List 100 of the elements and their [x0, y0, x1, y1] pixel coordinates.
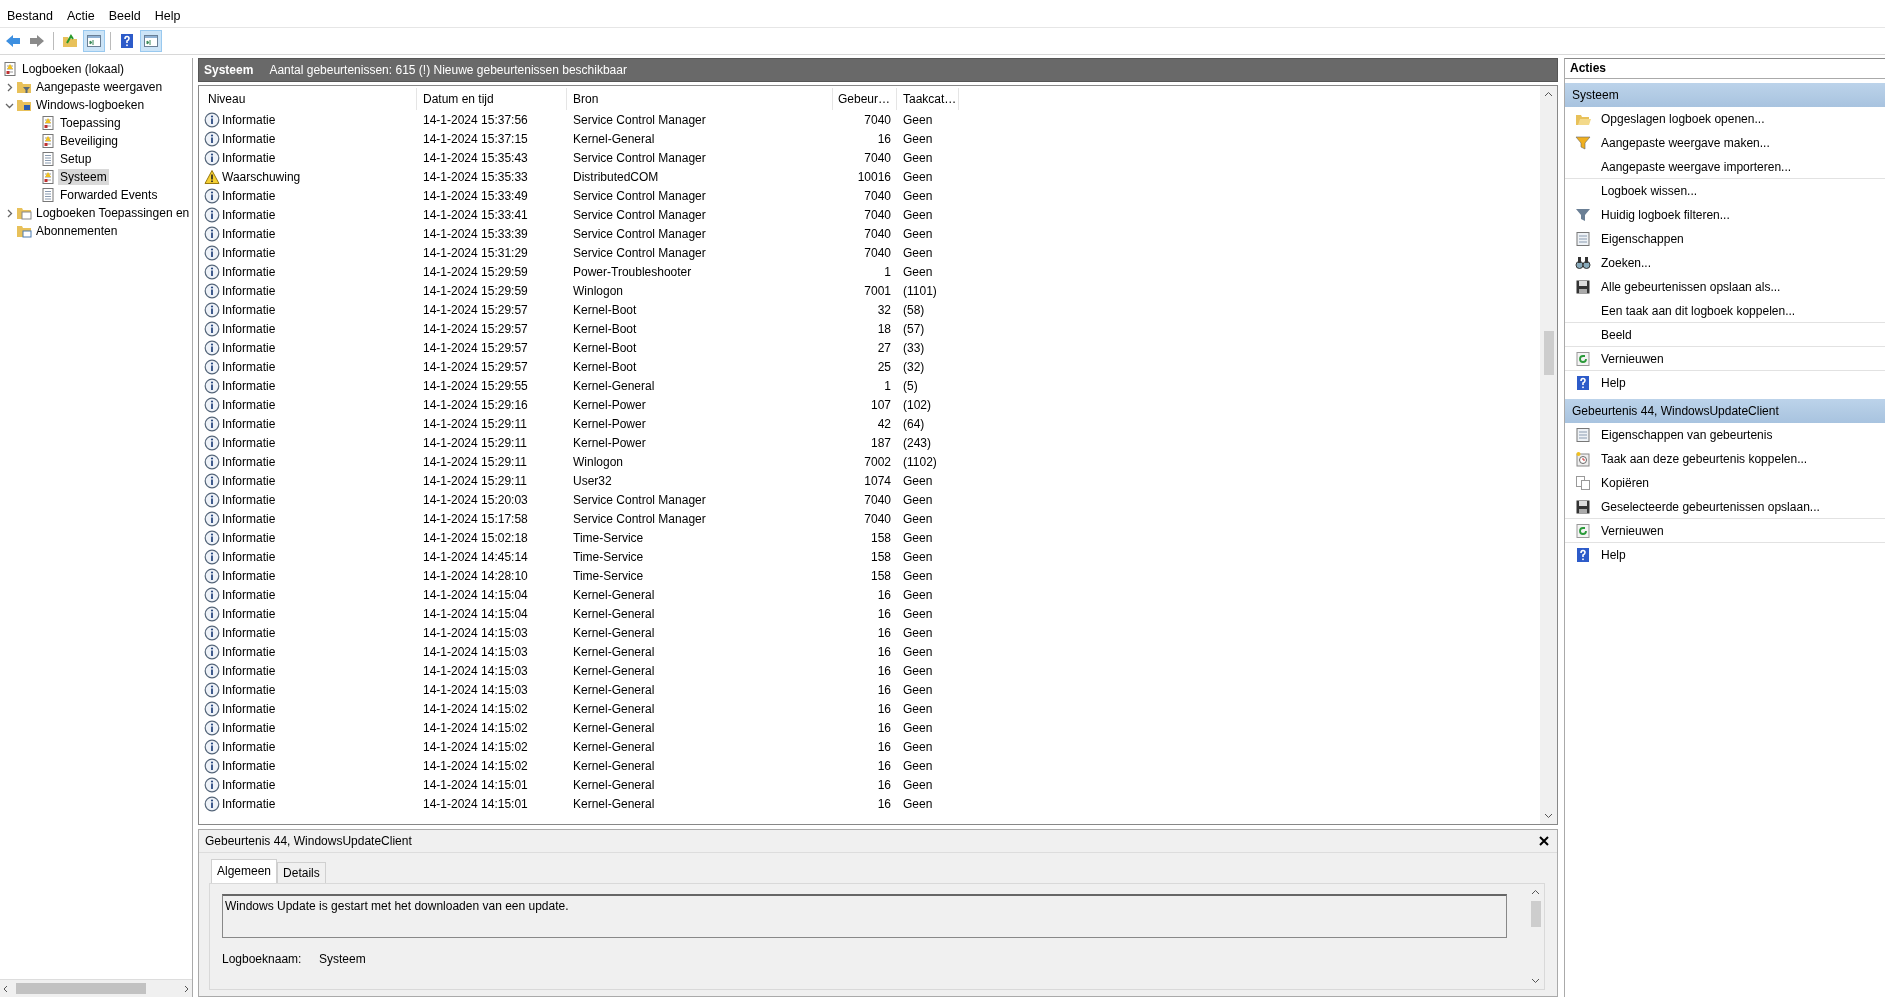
table-cell-text: Kernel-General: [572, 644, 656, 659]
action-link[interactable]: Een taak aan dit logboek koppelen...: [1601, 303, 1796, 318]
tree-item[interactable]: Setup: [58, 151, 94, 167]
section-header[interactable]: Gebeurtenis 44, WindowsUpdateClient: [1565, 399, 1885, 423]
table-cell-text: 16: [876, 758, 892, 773]
table-cell-text: 158: [869, 568, 892, 583]
level-text: Informatie: [222, 188, 276, 203]
table-cell-text: (1102): [902, 454, 938, 469]
info-icon: [204, 567, 220, 584]
action-link[interactable]: Help: [1601, 376, 1626, 390]
table-cell-text: 14-1-2024 15:35:43: [422, 150, 529, 165]
level-text: Informatie: [222, 226, 276, 241]
info-icon: [204, 643, 220, 660]
action-link[interactable]: Vernieuwen: [1601, 351, 1664, 366]
close-icon[interactable]: [1539, 836, 1549, 846]
level-text: Informatie: [222, 112, 276, 127]
tree-item[interactable]: Abonnementen: [34, 223, 120, 239]
action-link[interactable]: Help: [1601, 548, 1626, 562]
table-cell-text: 16: [876, 777, 892, 792]
table-cell-text: 16: [876, 701, 892, 716]
scroll-up-icon[interactable]: [1531, 888, 1540, 897]
action-link[interactable]: Opgeslagen logboek openen...: [1601, 112, 1765, 126]
tree-item[interactable]: Systeem: [58, 169, 109, 185]
scroll-thumb[interactable]: [1530, 901, 1541, 927]
tree-item[interactable]: Aangepaste weergaven: [34, 79, 165, 95]
info-icon: [204, 700, 220, 717]
level-text: Informatie: [222, 245, 276, 260]
table-cell-text: Geen: [902, 473, 934, 488]
vertical-scrollbar[interactable]: [1540, 86, 1557, 824]
action-link[interactable]: Vernieuwen: [1601, 523, 1664, 538]
tree-item[interactable]: Logboeken Toepassingen en: [34, 205, 192, 221]
action-link[interactable]: Taak aan deze gebeurtenis koppelen...: [1601, 452, 1808, 466]
action-link[interactable]: Beeld: [1601, 327, 1632, 342]
column-header[interactable]: Bron: [567, 88, 833, 110]
help-icon: [1575, 375, 1591, 391]
scroll-thumb[interactable]: [1543, 331, 1554, 375]
table-cell-text: 16: [876, 682, 892, 697]
action-link[interactable]: Logboek wissen...: [1601, 184, 1698, 198]
scroll-thumb[interactable]: [16, 983, 146, 994]
tree-item[interactable]: Logboeken (lokaal): [20, 61, 127, 77]
action-link[interactable]: Eigenschappen van gebeurtenis: [1601, 428, 1773, 442]
menu-item[interactable]: Help: [147, 9, 188, 23]
level-text: Informatie: [222, 587, 276, 602]
table-cell-text: 158: [869, 549, 892, 564]
table-cell-text: Service Control Manager: [572, 112, 707, 127]
column-header[interactable]: Niveau: [202, 88, 417, 110]
scroll-up-icon[interactable]: [1544, 90, 1553, 99]
column-header[interactable]: Gebeur…: [833, 88, 897, 110]
menu-item[interactable]: Beeld: [101, 9, 148, 23]
tree-item[interactable]: Toepassing: [58, 115, 123, 131]
info-icon: [204, 206, 220, 223]
tree-item[interactable]: Beveiliging: [58, 133, 121, 149]
field-value: Systeem: [319, 952, 366, 966]
info-icon: [204, 301, 220, 318]
menu-item[interactable]: Actie: [59, 9, 102, 23]
clock-icon: [1575, 451, 1591, 467]
tab[interactable]: Details: [277, 862, 326, 883]
level-text: Informatie: [222, 625, 276, 640]
pane-icon: [86, 33, 102, 49]
scroll-down-icon[interactable]: [1544, 811, 1553, 820]
help-icon: [1575, 547, 1591, 563]
scroll-down-icon[interactable]: [1531, 976, 1540, 985]
level-text: Informatie: [222, 644, 276, 659]
table-cell-text: 14-1-2024 15:29:59: [422, 283, 529, 298]
table-cell-text: Service Control Manager: [572, 150, 707, 165]
section-header[interactable]: Systeem: [1565, 83, 1885, 107]
tree-item[interactable]: Windows-logboeken: [34, 97, 147, 113]
tree-item[interactable]: Forwarded Events: [58, 187, 160, 203]
log-icon: [40, 115, 56, 131]
info-icon: [204, 738, 220, 755]
toolbar-button[interactable]: [83, 30, 105, 52]
action-link[interactable]: Eigenschappen: [1601, 232, 1684, 246]
table-cell-text: (243): [902, 435, 932, 450]
table-cell-text: Geen: [902, 530, 934, 545]
action-link[interactable]: Alle gebeurtenissen opslaan als...: [1601, 280, 1781, 294]
scroll-left-icon[interactable]: [2, 984, 10, 993]
level-text: Informatie: [222, 568, 276, 583]
menu-item[interactable]: Bestand: [0, 9, 60, 23]
horizontal-scrollbar[interactable]: [0, 979, 192, 997]
scroll-right-icon[interactable]: [182, 984, 190, 993]
table-cell-text: Power-Troubleshooter: [572, 264, 693, 279]
action-link[interactable]: Aangepaste weergave importeren...: [1601, 159, 1792, 174]
action-link[interactable]: Huidig logboek filteren...: [1601, 208, 1730, 222]
action-link[interactable]: Aangepaste weergave maken...: [1601, 136, 1770, 150]
action-link[interactable]: Kopiëren: [1601, 476, 1650, 490]
column-header[interactable]: Datum en tijd: [417, 88, 567, 110]
folder-icon: [16, 205, 32, 221]
toolbar-button[interactable]: [140, 30, 162, 52]
table-cell-text: Kernel-Power: [572, 416, 647, 431]
action-link[interactable]: Geselecteerde gebeurtenissen opslaan...: [1601, 499, 1820, 514]
table-cell-text: (33): [902, 340, 926, 355]
table-cell-text: User32: [572, 473, 613, 488]
column-header[interactable]: Taakcat…: [897, 88, 959, 110]
table-cell-text: 14-1-2024 14:15:03: [422, 682, 529, 697]
action-link[interactable]: Zoeken...: [1601, 256, 1652, 270]
table-cell-text: 14-1-2024 15:29:11: [422, 454, 528, 469]
level-text: Informatie: [222, 397, 276, 412]
table-cell-text: 14-1-2024 15:33:49: [422, 188, 529, 203]
tab[interactable]: Algemeen: [211, 859, 278, 883]
actions-title: Acties: [1565, 59, 1885, 79]
